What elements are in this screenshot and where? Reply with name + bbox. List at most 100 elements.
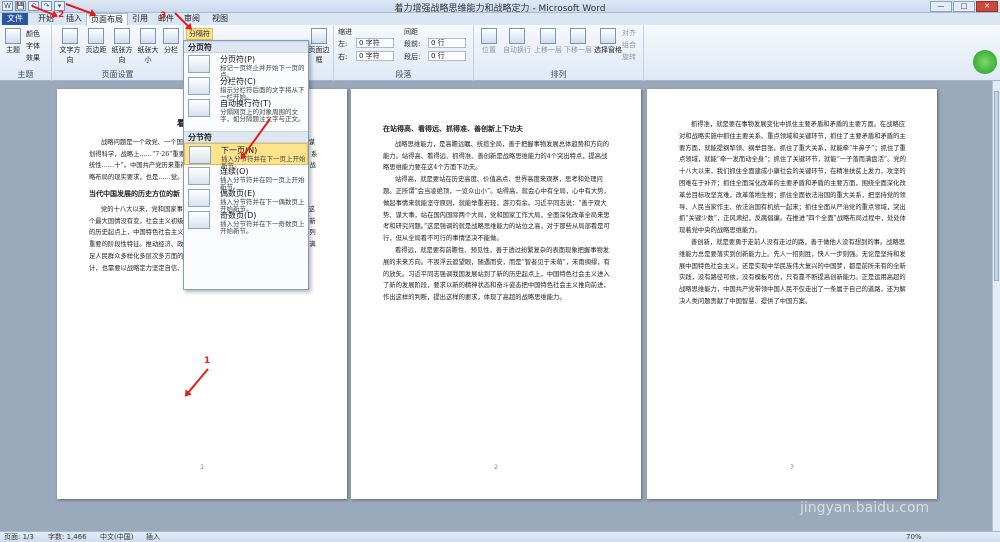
breaks-dropdown-menu: 分页符 分页符(P) 标记一页终止并开始下一页的点。 分栏符(C) 指示分栏符后面的… [183, 40, 309, 290]
spacing-after-spinner[interactable]: 0 行 [428, 51, 466, 61]
text-wrapping-icon [188, 99, 210, 117]
themes-group: 主题 颜色 字体 效果 主题 [0, 25, 52, 81]
spacing-after-label: 段后: [404, 53, 421, 61]
group-button[interactable]: 组合 [622, 40, 636, 50]
wrap-text-icon [509, 28, 525, 44]
scrollbar-thumb[interactable] [994, 91, 999, 281]
paragraph: 抓得准，就是要在事物发展变化中抓住主要矛盾和矛盾的主要方面。在战略应对和战略实施… [679, 121, 906, 235]
columns-button[interactable]: 分栏 [162, 28, 180, 55]
paragraph: 战略思维能力，是高瞻远瞩、统揽全局，善于把握事物发展总体趋势和方向的能力。站得高… [383, 140, 610, 172]
colors-button[interactable]: 颜色 [26, 29, 40, 39]
tab-view[interactable]: 视图 [208, 13, 232, 25]
maximize-button[interactable]: □ [953, 1, 975, 12]
rotate-button[interactable]: 旋转 [622, 52, 636, 62]
column-break-icon [188, 77, 210, 95]
tab-references[interactable]: 引用 [128, 13, 152, 25]
annotation-number-3: 3 [160, 11, 167, 21]
tab-insert[interactable]: 插入 [62, 13, 86, 25]
page-setup-group: 文字方向 页边距 纸张方向 纸张大小 分栏 页面设置 [52, 25, 184, 81]
paragraph-group: 缩进 左: 0 字符 右: 0 字符 间距 段前: 0 行 段后: 0 行 段落 [334, 25, 474, 81]
next-page-icon [189, 146, 211, 164]
page-3-body: 抓得准，就是要在事物发展变化中抓住主要矛盾和矛盾的主要方面。在战略应对和战略实施… [679, 119, 909, 308]
paper-size-icon [140, 28, 156, 44]
paragraph: 看得远，就是要有前瞻性、预见性，善于透过纷繁复杂的表面现象把握事物发展的未来方向… [383, 246, 610, 302]
paragraph: 善创新，就是要勇于走前人没有走过的路，善于做他人没有想到的事。战略思维能力总是要… [679, 238, 906, 305]
green-badge-icon [973, 50, 997, 74]
page-setup-group-label: 页面设置 [101, 70, 134, 79]
text-direction-icon [62, 28, 78, 44]
menu-item-even-page[interactable]: 偶数页(E) 插入分节符并在下一偶数页上开始新节。 [184, 187, 308, 213]
minimize-button[interactable]: — [930, 1, 952, 12]
section-breaks-section-header: 分节符 [184, 131, 308, 143]
fonts-button[interactable]: 字体 [26, 41, 40, 51]
indent-left-spinner[interactable]: 0 字符 [356, 38, 394, 48]
watermark-url: jingyan.baidu.com [800, 500, 930, 516]
page-borders-button[interactable]: 页面边框 [306, 28, 332, 65]
menu-item-odd-page[interactable]: 奇数页(D) 插入分节符并在下一奇数页上开始新节。 [184, 209, 308, 235]
menu-item-text-wrapping-break[interactable]: 自动换行符(T) 分隔网页上的对象周围的文字，如分隔题注文字与正文。 [184, 97, 308, 123]
annotation-number-2: 2 [58, 10, 65, 20]
columns-icon [163, 28, 179, 44]
document-page-3[interactable]: 抓得准，就是要在事物发展变化中抓住主要矛盾和矛盾的主要方面。在战略应对和战略实施… [647, 89, 937, 499]
themes-group-label: 主题 [17, 70, 34, 79]
paragraph: 站得高，就是要站在历史高度、价值高点、世界高度来观察，思考和处理问题。正所谓“会… [383, 176, 610, 243]
wrap-text-button[interactable]: 自动换行 [502, 28, 532, 55]
orientation-button[interactable]: 纸张方向 [110, 28, 134, 65]
page-2-body: 在站得高、看得远、抓得准、善创新上下功夫 战略思维能力，是高瞻远瞩、统揽全局，善… [383, 119, 613, 304]
position-button[interactable]: 位置 [478, 28, 500, 55]
page-number: 2 [494, 464, 498, 471]
bring-forward-icon [540, 28, 556, 44]
position-icon [481, 28, 497, 44]
zoom-level[interactable]: 70% [906, 532, 922, 542]
arrange-group: 位置 自动换行 上移一层 下移一层 选择窗格 对齐 组合 旋转 排列 [474, 25, 644, 81]
send-backward-button[interactable]: 下移一层 [564, 28, 592, 55]
page-borders-icon [311, 28, 327, 44]
vertical-scrollbar[interactable] [992, 81, 1000, 531]
indent-label: 缩进 [338, 28, 352, 36]
arrange-group-label: 排列 [550, 70, 567, 79]
document-page-2[interactable]: 在站得高、看得远、抓得准、善创新上下功夫 战略思维能力，是高瞻远瞩、统揽全局，善… [351, 89, 641, 499]
title-bar: W 💾 ↶ ↷ ▾ 着力增强战略思维能力和战略定力 - Microsoft Wo… [0, 0, 1000, 14]
spacing-label: 间距 [404, 28, 418, 36]
paper-size-button[interactable]: 纸张大小 [136, 28, 160, 65]
close-button[interactable]: ✕ [976, 1, 998, 12]
language-indicator[interactable]: 中文(中国) [100, 532, 133, 542]
spacing-before-label: 段前: [404, 40, 421, 48]
selection-pane-button[interactable]: 选择窗格 [594, 28, 622, 55]
menu-item-page-break[interactable]: 分页符(P) 标记一页终止并开始下一页的点。 [184, 53, 308, 79]
page-number: 1 [200, 464, 204, 471]
align-button[interactable]: 对齐 [622, 28, 636, 38]
margins-icon [88, 28, 104, 44]
indent-left-label: 左: [338, 40, 348, 48]
annotation-number-1: 1 [204, 356, 211, 366]
menu-item-continuous[interactable]: 连续(O) 插入分节符并在同一页上开始新节。 [184, 165, 308, 191]
text-direction-button[interactable]: 文字方向 [58, 28, 82, 65]
section-heading: 在站得高、看得远、抓得准、善创新上下功夫 [383, 124, 523, 133]
indent-right-label: 右: [338, 53, 348, 61]
selection-pane-icon [600, 28, 616, 44]
word-count[interactable]: 字数: 1,466 [48, 532, 87, 542]
bring-forward-button[interactable]: 上移一层 [534, 28, 562, 55]
watermark-logo: Baidu 经验 [770, 458, 915, 488]
menu-item-column-break[interactable]: 分栏符(C) 指示分栏符后面的文字将从下一栏开始。 [184, 75, 308, 101]
page-break-icon [188, 55, 210, 73]
themes-button[interactable]: 主题 [3, 28, 23, 55]
ribbon-tabs: 文件 开始 插入 页面布局 引用 邮件 审阅 视图 [0, 13, 1000, 25]
page-breaks-section-header: 分页符 [184, 41, 308, 53]
spacing-before-spinner[interactable]: 0 行 [428, 38, 466, 48]
indent-right-spinner[interactable]: 0 字符 [356, 51, 394, 61]
margins-button[interactable]: 页边距 [84, 28, 108, 55]
status-bar: 页面: 1/3 字数: 1,466 中文(中国) 插入 70% [0, 531, 1000, 542]
themes-icon [5, 28, 21, 44]
menu-item-next-page[interactable]: 下一页(N) 插入分节符并在下一页上开始新节。 [184, 143, 308, 170]
insert-mode-indicator[interactable]: 插入 [146, 532, 160, 542]
window-controls: — □ ✕ [930, 1, 998, 12]
odd-page-icon [188, 211, 210, 229]
continuous-icon [188, 167, 210, 185]
ribbon: 主题 颜色 字体 效果 主题 文字方向 页边距 纸张方向 纸张大小 分栏 页面设… [0, 25, 1000, 81]
tab-file[interactable]: 文件 [2, 13, 28, 25]
effects-button[interactable]: 效果 [26, 53, 40, 63]
send-backward-icon [570, 28, 586, 44]
paragraph-group-label: 段落 [395, 70, 412, 79]
page-count[interactable]: 页面: 1/3 [4, 532, 34, 542]
